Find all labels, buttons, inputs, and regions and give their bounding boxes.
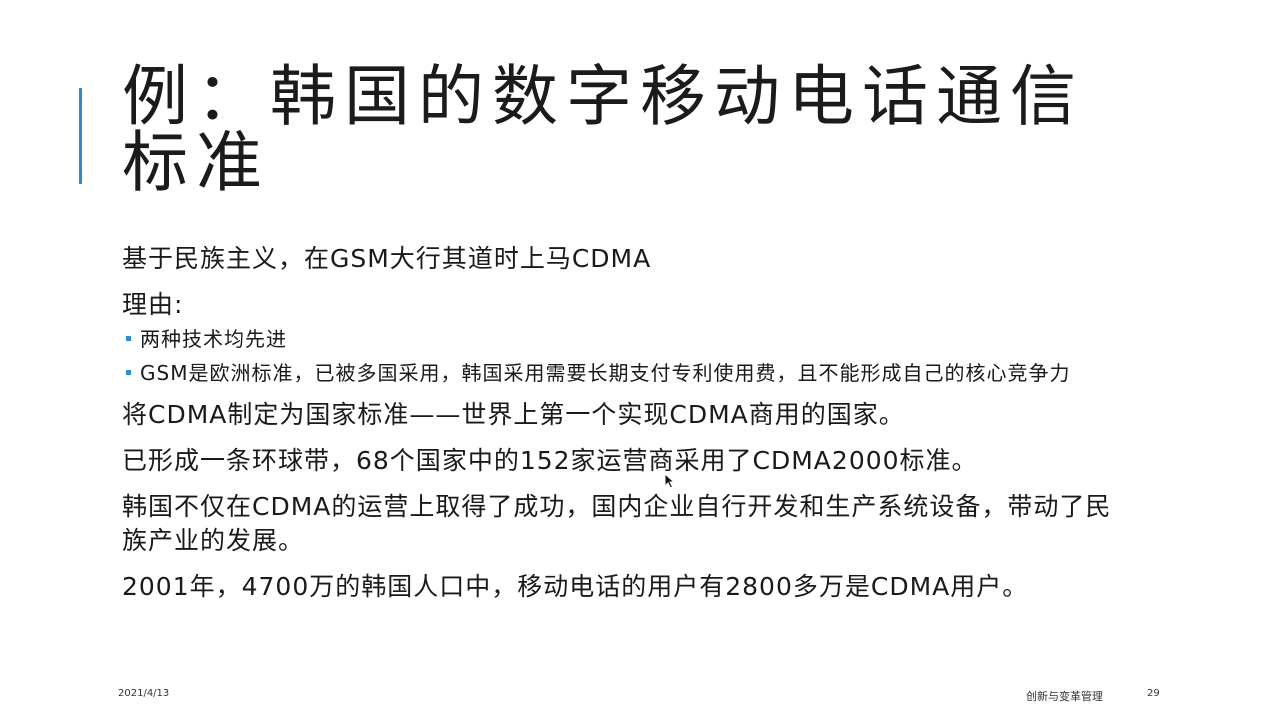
slide: 例：韩国的数字移动电话通信标准 基于民族主义，在GSM大行其道时上马CDMA 理…: [0, 0, 1280, 714]
paragraph-industry: 韩国不仅在CDMA的运营上取得了成功，国内企业自行开发和生产系统设备，带动了民族…: [122, 492, 1112, 555]
paragraph-nationalism: 基于民族主义，在GSM大行其道时上马CDMA: [122, 244, 652, 273]
footer-course-name: 创新与变革管理: [1026, 690, 1103, 703]
footer-page-number: 29: [1147, 688, 1160, 699]
bullet-square-icon: [126, 336, 131, 341]
title-accent-bar: [79, 88, 82, 184]
footer-date: 2021/4/13: [118, 688, 170, 699]
paragraph-users: 2001年，4700万的韩国人口中，移动电话的用户有2800多万是CDMA用户。: [122, 572, 1029, 601]
reasons-list: 两种技术均先进 GSM是欧洲标准，已被多国采用，韩国采用需要长期支付专利使用费，…: [122, 324, 1132, 388]
paragraph-reasons-heading: 理由:: [122, 290, 184, 319]
mouse-pointer-icon: [664, 473, 676, 489]
slide-title: 例：韩国的数字移动电话通信标准: [122, 58, 1084, 201]
list-item: GSM是欧洲标准，已被多国采用，韩国采用需要长期支付专利使用费，且不能形成自己的…: [122, 358, 1132, 388]
bullet-text: GSM是欧洲标准，已被多国采用，韩国采用需要长期支付专利使用费，且不能形成自己的…: [140, 361, 1071, 385]
list-item: 两种技术均先进: [122, 324, 1132, 354]
paragraph-global-belt: 已形成一条环球带，68个国家中的152家运营商采用了CDMA2000标准。: [122, 446, 978, 475]
bullet-square-icon: [126, 370, 131, 375]
bullet-text: 两种技术均先进: [140, 327, 287, 351]
slide-body: 基于民族主义，在GSM大行其道时上马CDMA 理由: 两种技术均先进 GSM是欧…: [122, 242, 1132, 616]
paragraph-national-standard: 将CDMA制定为国家标准——世界上第一个实现CDMA商用的国家。: [122, 400, 905, 429]
